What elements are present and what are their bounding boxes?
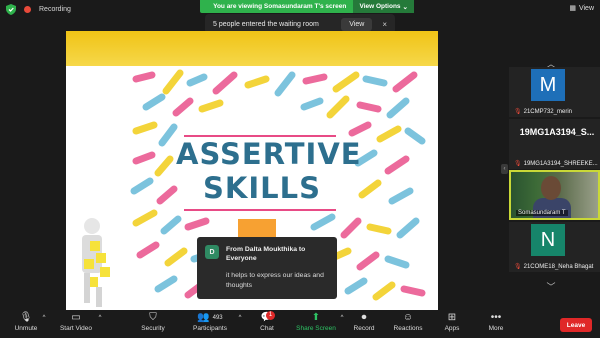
slide-title-line-1: ASSERTIVE <box>176 137 362 171</box>
participant-tile[interactable]: N 🎙 21COME18_Neha Bhagat <box>509 222 600 272</box>
participant-name: Somasundaram T <box>518 210 566 216</box>
slide-title-line-2: SKILLS <box>203 171 321 205</box>
close-icon[interactable]: × <box>382 20 387 29</box>
panel-collapse-handle[interactable]: ‹ <box>501 164 508 174</box>
emoji-plus-icon: ☺ <box>402 312 414 323</box>
mic-off-icon: 🎙 <box>514 264 522 270</box>
recording-dot-icon <box>24 6 31 13</box>
scroll-up-icon[interactable]: ︿ <box>540 57 562 69</box>
participants-options-caret[interactable]: ^ <box>236 310 244 338</box>
slide-title: ASSERTIVE SKILLS <box>176 137 362 205</box>
security-button[interactable]: ⛉ Security <box>138 310 168 338</box>
participant-avatar: M <box>531 69 565 101</box>
share-screen-label: Share Screen <box>296 325 336 332</box>
share-options-caret[interactable]: ^ <box>338 310 346 338</box>
recording-label: Recording <box>39 6 71 13</box>
unmute-label: Unmute <box>14 325 38 332</box>
chat-message: it helps to express our ideas and though… <box>226 272 324 289</box>
apps-grid-icon: ⊞ <box>447 312 457 323</box>
more-button[interactable]: ••• More <box>486 310 506 338</box>
video-options-caret[interactable]: ^ <box>96 310 104 338</box>
chat-popup[interactable]: D From Dalta Moukthika to Everyone it he… <box>197 237 337 299</box>
record-button[interactable]: ⏺ Record <box>352 310 376 338</box>
participant-name: 21CMP732_merin <box>523 108 572 115</box>
participant-name: 19MG1A3194_SHREEKE... <box>523 160 598 167</box>
view-layout-button[interactable]: ▦ View <box>569 4 594 13</box>
sender-avatar: D <box>205 245 219 259</box>
chat-label: Chat <box>260 325 274 332</box>
reactions-label: Reactions <box>393 325 423 332</box>
more-label: More <box>488 325 504 332</box>
chat-button[interactable]: 💬 1 Chat <box>256 310 278 338</box>
share-screen-icon: ⬆ <box>311 312 321 323</box>
mic-off-icon: 🎙 <box>514 109 522 115</box>
audio-options-caret[interactable]: ^ <box>40 310 48 338</box>
start-video-button[interactable]: ▭ Start Video <box>58 310 94 338</box>
mic-off-icon: 🎙 <box>514 161 522 167</box>
reactions-button[interactable]: ☺ Reactions <box>392 310 424 338</box>
participant-label: 🎙 21CMP732_merin <box>514 108 572 116</box>
mic-muted-icon: 🎙 <box>19 312 33 323</box>
participant-tile-active-speaker[interactable]: Somasundaram T <box>509 170 600 220</box>
participants-label: Participants <box>193 325 227 332</box>
view-options-button[interactable]: View Options ⌄ <box>353 0 414 13</box>
share-screen-button[interactable]: ⬆ Share Screen <box>294 310 338 338</box>
slide-orange-box <box>238 219 276 239</box>
more-dots-icon: ••• <box>490 312 502 323</box>
shield-icon[interactable] <box>6 4 16 15</box>
chat-unread-badge: 1 <box>266 311 275 320</box>
leave-button[interactable]: Leave <box>560 318 592 332</box>
title-rule-bottom <box>184 209 336 211</box>
participant-tile[interactable]: 19MG1A3194_S... 🎙 19MG1A3194_SHREEKE... <box>509 119 600 169</box>
chat-sender: From Dalta Moukthika to Everyone <box>226 246 306 262</box>
participant-avatar: N <box>531 224 565 256</box>
viewing-banner-text: You are viewing Somasundaram T's screen <box>213 3 347 10</box>
chevron-down-icon: ⌄ <box>402 3 408 11</box>
people-icon: 👥 493 <box>197 312 223 323</box>
grid-icon: ▦ <box>569 5 576 12</box>
record-icon: ⏺ <box>361 312 367 323</box>
participants-count: 493 <box>212 314 223 321</box>
meeting-window: Recording You are viewing Somasundaram T… <box>0 0 600 338</box>
video-off-icon: ▭ <box>71 312 81 323</box>
apps-label: Apps <box>444 325 460 332</box>
participant-tile[interactable]: M 🎙 21CMP732_merin <box>509 67 600 117</box>
apps-button[interactable]: ⊞ Apps <box>442 310 462 338</box>
speaker-face <box>541 176 561 200</box>
unmute-button[interactable]: 🎙 Unmute <box>12 310 40 338</box>
record-label: Record <box>353 325 375 332</box>
scroll-down-icon[interactable]: ﹀ <box>540 280 562 292</box>
viewing-banner: You are viewing Somasundaram T's screen … <box>200 0 414 13</box>
participant-name: 21COME18_Neha Bhagat <box>523 263 594 270</box>
recording-indicator[interactable]: Recording <box>6 4 71 15</box>
view-options-label: View Options <box>359 3 401 10</box>
participant-label: 🎙 21COME18_Neha Bhagat <box>514 263 594 271</box>
waiting-room-view-button[interactable]: View <box>341 17 373 31</box>
waiting-room-message: 5 people entered the waiting room <box>213 20 319 28</box>
participants-button[interactable]: 👥 493 Participants <box>190 310 230 338</box>
sticky-note-figure <box>82 218 110 307</box>
participant-label: 🎙 19MG1A3194_SHREEKE... <box>514 160 598 168</box>
meeting-toolbar: 🎙 Unmute ^ ▭ Start Video ^ ⛉ Security 👥 … <box>0 310 600 338</box>
security-label: Security <box>141 325 165 332</box>
start-video-label: Start Video <box>59 325 93 332</box>
participant-display-name: 19MG1A3194_S... <box>519 127 595 137</box>
shield-icon: ⛉ <box>149 312 157 323</box>
participant-label: Somasundaram T <box>516 210 568 216</box>
view-layout-label: View <box>578 4 594 12</box>
